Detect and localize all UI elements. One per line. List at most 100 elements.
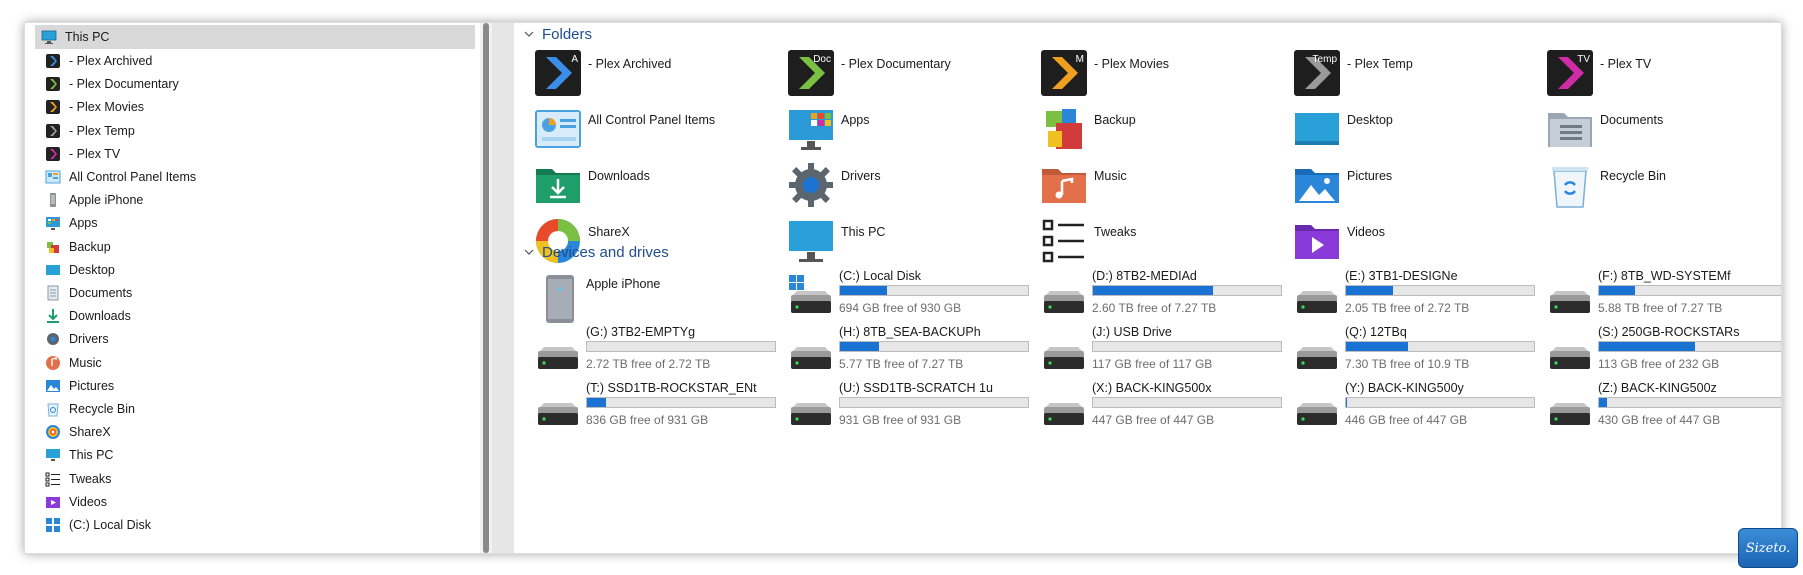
drive-item[interactable]: (E:) 3TB1-DESIGNe 2.05 TB free of 2.72 TB <box>1293 269 1538 323</box>
hard-drive-icon <box>787 275 835 319</box>
downloads-icon <box>534 161 582 209</box>
sidebar-scrollbar[interactable] <box>480 23 492 553</box>
plex-archived-icon <box>45 53 61 69</box>
folder-item[interactable]: Drivers <box>787 161 1027 213</box>
plex-tv-icon: TV <box>1546 49 1594 97</box>
drive-item[interactable]: (D:) 8TB2-MEDIAd 2.60 TB free of 7.27 TB <box>1040 269 1285 323</box>
hard-drive-icon <box>1293 275 1341 319</box>
documents-icon <box>45 285 61 301</box>
drive-name: (G:) 3TB2-EMPTYg <box>586 325 696 339</box>
folder-item[interactable]: Desktop <box>1293 105 1533 157</box>
sidebar-item[interactable]: Tweaks <box>25 467 471 491</box>
sidebar-item[interactable]: ShareX <box>25 420 471 444</box>
drive-item[interactable]: (F:) 8TB_WD-SYSTEMf 5.88 TB free of 7.27 … <box>1546 269 1781 323</box>
monitor-icon <box>787 217 835 265</box>
sidebar-item[interactable]: Pictures <box>25 374 471 398</box>
svg-text:Doc: Doc <box>813 54 831 65</box>
navigation-pane[interactable]: This PC - Plex Archived - Plex Documentar… <box>25 23 480 553</box>
folder-item[interactable]: Doc - Plex Documentary <box>787 49 1027 101</box>
drive-usage-fill <box>1346 342 1409 351</box>
sharex-icon <box>45 424 61 440</box>
folder-item[interactable]: Pictures <box>1293 161 1533 213</box>
plex-movies-icon: M <box>1040 49 1088 97</box>
sidebar-item[interactable]: Documents <box>25 281 471 305</box>
drive-usage-bar <box>1345 341 1535 352</box>
plex-tv-icon <box>45 146 61 162</box>
sidebar-item-label: ShareX <box>69 425 111 440</box>
drive-item[interactable]: (Z:) BACK-KING500z 430 GB free of 447 GB <box>1546 381 1781 435</box>
sidebar-item[interactable]: - Plex TV <box>25 142 471 166</box>
sidebar-item[interactable]: - Plex Documentary <box>25 72 471 96</box>
drive-item[interactable]: (Y:) BACK-KING500y 446 GB free of 447 GB <box>1293 381 1538 435</box>
folder-item[interactable]: M - Plex Movies <box>1040 49 1280 101</box>
folder-item[interactable]: Recycle Bin <box>1546 161 1781 213</box>
desktop-icon <box>45 262 61 278</box>
drive-item[interactable]: (C:) Local Disk 694 GB free of 930 GB <box>787 269 1032 323</box>
sidebar-item[interactable]: Backup <box>25 235 471 259</box>
drive-usage-fill <box>1599 398 1607 407</box>
folder-label: Tweaks <box>1094 225 1137 239</box>
folder-item[interactable]: Temp - Plex Temp <box>1293 49 1533 101</box>
hard-drive-icon <box>534 331 582 375</box>
drive-item[interactable]: (H:) 8TB_SEA-BACKUPh 5.77 TB free of 7.27… <box>787 325 1032 379</box>
folder-item[interactable]: This PC <box>787 217 1027 269</box>
folder-item[interactable]: Music <box>1040 161 1280 213</box>
folder-item[interactable]: Downloads <box>534 161 774 213</box>
drive-item[interactable]: (T:) SSD1TB-ROCKSTAR_ENt 836 GB free of 9… <box>534 381 779 435</box>
sidebar-item[interactable]: - Plex Temp <box>25 119 471 143</box>
drive-item[interactable]: (G:) 3TB2-EMPTYg 2.72 TB free of 2.72 TB <box>534 325 779 379</box>
drive-item[interactable]: (S:) 250GB-ROCKSTARs 113 GB free of 232 G… <box>1546 325 1781 379</box>
sidebar-item[interactable]: Recycle Bin <box>25 397 471 421</box>
sidebar-item-label: Music <box>69 355 102 370</box>
apps-icon <box>45 215 61 231</box>
control-panel-icon <box>45 169 61 185</box>
videos-icon <box>45 494 61 510</box>
list-icon <box>45 471 61 487</box>
sidebar-item-this-pc[interactable]: This PC <box>35 25 475 49</box>
sidebar-item[interactable]: Music <box>25 351 471 375</box>
sidebar-item[interactable]: (C:) Local Disk <box>25 513 471 537</box>
sidebar-item-label: All Control Panel Items <box>69 170 197 184</box>
sidebar-item[interactable]: Downloads <box>25 304 471 328</box>
sidebar-item[interactable]: Desktop <box>25 258 471 282</box>
device-item[interactable]: Apple iPhone <box>534 269 779 323</box>
hard-drive-icon <box>1040 331 1088 375</box>
sizeto-badge[interactable]: Sizeto. <box>1738 528 1798 568</box>
plex-archived-icon: A <box>534 49 582 97</box>
folder-label: - Plex Temp <box>1347 57 1413 71</box>
drive-usage-bar <box>1598 397 1781 408</box>
sidebar-item[interactable]: All Control Panel Items <box>25 165 471 189</box>
drive-item[interactable]: (Q:) 12TBq 7.30 TB free of 10.9 TB <box>1293 325 1538 379</box>
folder-item[interactable]: All Control Panel Items <box>534 105 774 157</box>
drive-usage-fill <box>840 342 880 351</box>
drive-item[interactable]: (U:) SSD1TB-SCRATCH 1u 931 GB free of 931… <box>787 381 1032 435</box>
folder-item[interactable]: Backup <box>1040 105 1280 157</box>
folders-group-header[interactable]: Folders <box>524 23 592 45</box>
drive-free-space: 2.05 TB free of 2.72 TB <box>1345 301 1470 315</box>
folder-item[interactable]: Tweaks <box>1040 217 1280 269</box>
sidebar-item[interactable]: Apps <box>25 211 471 235</box>
drive-free-space: 113 GB free of 232 GB <box>1598 357 1720 371</box>
sidebar-item-label: Apple iPhone <box>69 193 144 208</box>
drive-name: (J:) USB Drive <box>1092 325 1172 339</box>
pane-splitter[interactable] <box>492 23 514 553</box>
devices-group-header[interactable]: Devices and drives <box>524 241 669 263</box>
folder-item[interactable]: Documents <box>1546 105 1781 157</box>
sidebar-item[interactable]: - Plex Movies <box>25 95 471 119</box>
folder-item[interactable]: A - Plex Archived <box>534 49 774 101</box>
sidebar-scrollbar-thumb[interactable] <box>483 23 489 553</box>
sidebar-item[interactable]: Videos <box>25 490 471 514</box>
drive-item[interactable]: (J:) USB Drive 117 GB free of 117 GB <box>1040 325 1285 379</box>
sidebar-item[interactable]: Apple iPhone <box>25 188 471 212</box>
folders-header-label: Folders <box>542 25 593 43</box>
sidebar-item[interactable]: Drivers <box>25 327 471 351</box>
folder-item[interactable]: Videos <box>1293 217 1533 269</box>
folder-item[interactable]: Apps <box>787 105 1027 157</box>
control-panel-icon <box>534 105 582 153</box>
drive-item[interactable]: (X:) BACK-KING500x 447 GB free of 447 GB <box>1040 381 1285 435</box>
sidebar-item[interactable]: - Plex Archived <box>25 49 471 73</box>
folder-item[interactable]: TV - Plex TV <box>1546 49 1781 101</box>
folder-label: Desktop <box>1347 113 1393 127</box>
sidebar-item[interactable]: This PC <box>25 443 471 467</box>
drive-name: (X:) BACK-KING500x <box>1092 381 1212 395</box>
